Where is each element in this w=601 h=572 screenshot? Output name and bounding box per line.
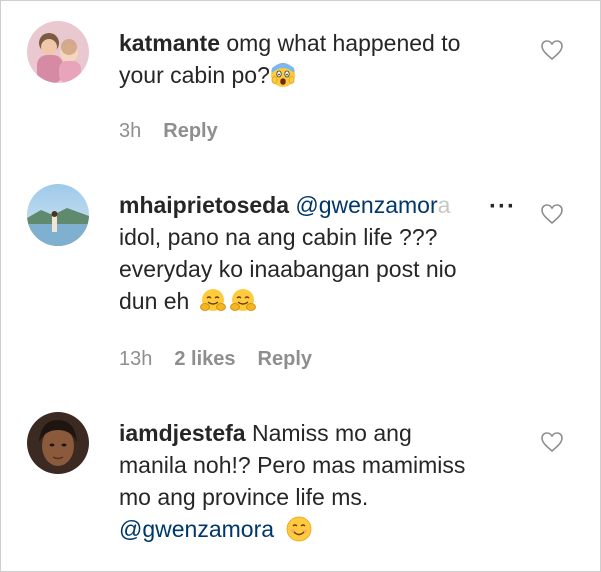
- comment-meta: 13h 2 likes Reply: [119, 348, 334, 371]
- more-options-icon[interactable]: ···: [489, 195, 516, 219]
- likes-count[interactable]: 2 likes: [174, 348, 235, 370]
- mention-link[interactable]: @gwenzamora: [119, 516, 274, 542]
- avatar[interactable]: [27, 21, 89, 83]
- comment-timestamp[interactable]: 3h: [119, 120, 141, 142]
- reply-button[interactable]: Reply: [258, 348, 312, 370]
- comment-text: katmante omg what happened to your cabin…: [119, 27, 519, 91]
- avatar-photo-icon: [27, 21, 89, 83]
- comment-text: mhaiprietoseda @gwenzamora idol, pano na…: [119, 189, 499, 317]
- hugging-face-emoji: [199, 289, 226, 311]
- comment-text-line: idol, pano na ang cabin life ???: [119, 224, 438, 250]
- comment-text: iamdjestefa Namiss mo ang manila noh!? P…: [119, 417, 519, 545]
- comment-text-line: manila noh!? Pero mas mamimiss: [119, 452, 466, 478]
- comment-meta: 3h Reply: [119, 120, 240, 143]
- comment-username[interactable]: katmante: [119, 30, 220, 56]
- comment-username[interactable]: mhaiprietoseda: [119, 192, 289, 218]
- heart-like-icon[interactable]: [540, 203, 564, 225]
- comment-text-line: Namiss mo ang: [251, 420, 412, 446]
- comment-timestamp[interactable]: 13h: [119, 348, 152, 370]
- reply-button[interactable]: Reply: [163, 120, 217, 142]
- smiling-face-emoji: [287, 516, 312, 542]
- hugging-face-emoji: [229, 289, 256, 311]
- comments-panel: katmante omg what happened to your cabin…: [0, 0, 601, 572]
- comment-text-line: your cabin po?: [119, 62, 270, 88]
- mention-link[interactable]: @gwenzamora: [295, 192, 450, 218]
- comment-text-line: dun eh: [119, 288, 190, 314]
- avatar-photo-icon: [27, 184, 89, 246]
- avatar[interactable]: [27, 184, 89, 246]
- comment-text-line: omg what happened to: [226, 30, 461, 56]
- screaming-face-emoji: [270, 63, 295, 87]
- comment-username[interactable]: iamdjestefa: [119, 420, 246, 446]
- heart-like-icon[interactable]: [540, 39, 564, 61]
- comment-text-line: mo ang province life ms.: [119, 484, 369, 510]
- heart-like-icon[interactable]: [540, 431, 564, 453]
- avatar[interactable]: [27, 412, 89, 474]
- avatar-photo-icon: [27, 412, 89, 474]
- comment-text-line: everyday ko inaabangan post nio: [119, 256, 457, 282]
